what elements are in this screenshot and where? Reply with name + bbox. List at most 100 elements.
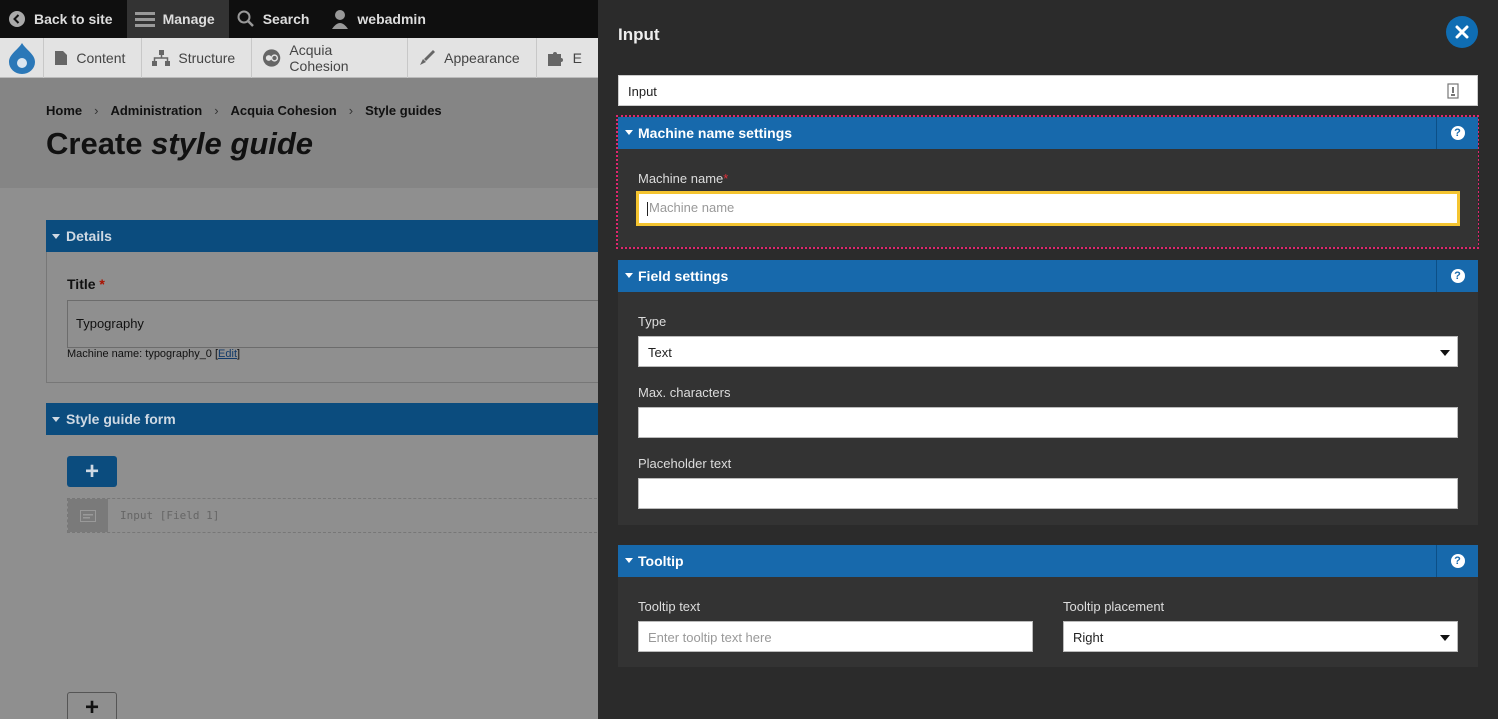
tray-item-content[interactable]: Content	[44, 37, 143, 78]
input-field-icon	[68, 499, 108, 532]
breadcrumb-separator: ›	[214, 103, 219, 118]
max-characters-label: Max. characters	[638, 385, 731, 400]
close-icon	[1455, 25, 1469, 39]
breadcrumb-separator: ›	[94, 103, 99, 118]
modal-title: Input	[618, 25, 660, 44]
input-settings-modal: Input Input Machine name settings ? Mach…	[598, 0, 1498, 719]
dropdown-caret-icon	[1440, 635, 1450, 641]
tooltip-placement-value: Right	[1073, 630, 1104, 645]
tray-item-extend[interactable]: E	[537, 38, 598, 78]
tooltip-header[interactable]: Tooltip ?	[618, 545, 1478, 577]
page-title-emphasis: style guide	[151, 126, 314, 161]
max-characters-input[interactable]	[638, 407, 1458, 438]
structure-icon	[152, 49, 171, 66]
document-icon	[55, 50, 68, 65]
add-field-button-bottom[interactable]: +	[67, 692, 117, 719]
machine-name-label: Machine name*	[638, 171, 728, 186]
tray-item-label: Structure	[178, 49, 236, 66]
user-label: webadmin	[357, 11, 426, 27]
back-to-site-link[interactable]: Back to site	[0, 0, 127, 38]
breadcrumb: Home › Administration › Acquia Cohesion …	[46, 103, 442, 118]
machine-name-text: Machine name: typography_0 [	[67, 348, 219, 360]
text-caret	[647, 201, 648, 216]
page-title: Create style guide	[46, 126, 313, 162]
user-tab[interactable]: webadmin	[323, 0, 439, 38]
dropdown-caret-icon	[1440, 350, 1450, 356]
field-row-label: Input [Field 1]	[120, 509, 220, 522]
help-icon: ?	[1450, 126, 1465, 140]
section-title: Machine name settings	[638, 125, 793, 141]
collapse-triangle-icon	[625, 130, 633, 135]
page-header: Home › Administration › Acquia Cohesion …	[0, 78, 598, 188]
close-button[interactable]	[1446, 16, 1478, 48]
placeholder-text-input[interactable]	[638, 478, 1458, 509]
section-title: Field settings	[638, 268, 729, 284]
back-arrow-icon	[9, 11, 25, 27]
help-icon: ?	[1450, 554, 1465, 568]
collapse-triangle-icon	[625, 273, 633, 278]
title-label: Title *	[67, 276, 105, 292]
breadcrumb-style-guides[interactable]: Style guides	[365, 103, 442, 118]
drupal-logo[interactable]	[0, 37, 45, 78]
tooltip-placement-select[interactable]: Right	[1063, 621, 1458, 652]
user-icon	[332, 10, 349, 29]
breadcrumb-administration[interactable]: Administration	[110, 103, 202, 118]
tooltip-text-input[interactable]: Enter tooltip text here	[638, 621, 1033, 652]
breadcrumb-home[interactable]: Home	[46, 103, 82, 118]
section-title: Tooltip	[638, 553, 684, 569]
element-name-input[interactable]: Input	[618, 75, 1478, 106]
field-row[interactable]: Input [Field 1]	[67, 498, 598, 533]
search-icon	[237, 10, 254, 27]
help-button[interactable]: ?	[1436, 117, 1478, 149]
drupal-drop-icon	[8, 42, 35, 74]
type-select[interactable]: Text	[638, 336, 1458, 367]
page-content: Home › Administration › Acquia Cohesion …	[0, 78, 598, 719]
cohesion-icon	[263, 48, 281, 67]
back-to-site-label: Back to site	[34, 11, 113, 27]
breadcrumb-acquia-cohesion[interactable]: Acquia Cohesion	[231, 103, 337, 118]
field-settings-header[interactable]: Field settings ?	[618, 260, 1478, 292]
machine-name-line: Machine name: typography_0 [Edit]	[67, 348, 240, 360]
collapse-triangle-icon	[625, 558, 633, 563]
style-guide-form-title: Style guide form	[66, 411, 176, 427]
machine-name-edit-link[interactable]: Edit	[218, 348, 237, 360]
collapse-triangle-icon	[52, 416, 60, 422]
admin-toolbar: Back to site Manage Search webadmin	[0, 0, 598, 38]
machine-name-input[interactable]: Machine name	[636, 191, 1460, 226]
machine-name-settings-header[interactable]: Machine name settings ?	[618, 117, 1478, 149]
manage-tab[interactable]: Manage	[126, 0, 229, 38]
breadcrumb-separator: ›	[348, 103, 354, 118]
title-input[interactable]: Typography	[67, 300, 598, 348]
puzzle-icon	[547, 51, 563, 66]
search-tab[interactable]: Search	[229, 0, 324, 38]
machine-name-label-text: Machine name	[638, 171, 724, 186]
search-label: Search	[262, 11, 310, 27]
help-icon: ?	[1450, 269, 1465, 283]
required-mark: *	[99, 276, 105, 292]
brush-icon	[420, 49, 436, 65]
help-button[interactable]: ?	[1436, 545, 1478, 577]
element-name-value: Input	[628, 84, 657, 99]
type-select-value: Text	[648, 345, 672, 360]
details-panel-title: Details	[66, 228, 112, 244]
add-field-button[interactable]: +	[67, 456, 117, 487]
details-panel-header[interactable]: Details	[46, 220, 598, 252]
tray-item-acquia-cohesion[interactable]: Acquia Cohesion	[252, 37, 409, 78]
tray-item-label: Appearance	[444, 49, 520, 66]
type-label: Type	[638, 314, 667, 329]
edit-name-icon[interactable]	[1447, 83, 1459, 99]
admin-tray: Content Structure Acquia Cohesion Appear…	[0, 37, 598, 78]
tray-item-label: E	[572, 49, 582, 66]
tooltip-text-label: Tooltip text	[638, 599, 701, 614]
page-title-prefix: Create	[46, 126, 152, 161]
help-button[interactable]: ?	[1436, 260, 1478, 292]
style-guide-form-header[interactable]: Style guide form	[46, 403, 598, 435]
required-mark: *	[723, 171, 729, 186]
tray-item-structure[interactable]: Structure	[142, 37, 253, 78]
tray-item-label: Content	[76, 49, 126, 66]
tray-item-appearance[interactable]: Appearance	[408, 37, 537, 78]
machine-name-bracket: ]	[237, 348, 241, 360]
hamburger-icon	[134, 12, 155, 27]
title-label-text: Title	[67, 276, 96, 292]
tooltip-placement-label: Tooltip placement	[1063, 599, 1165, 614]
